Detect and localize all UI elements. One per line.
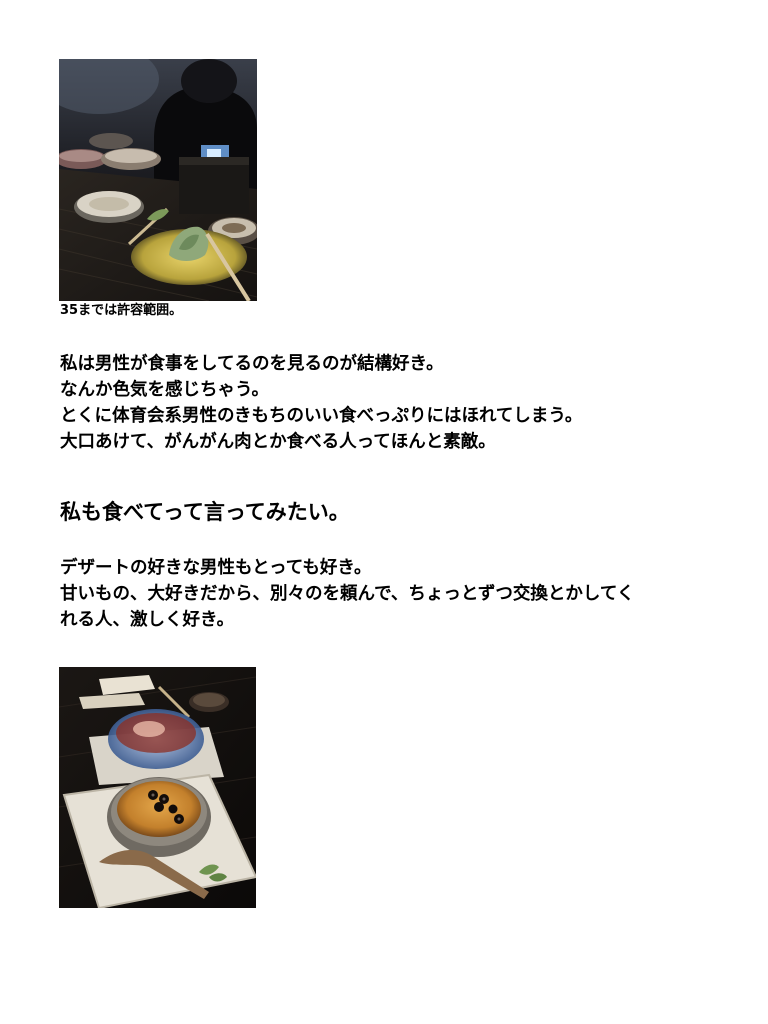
- food-photo-icon: [59, 59, 257, 301]
- body-paragraph-1: 私は男性が食事をしてるのを見るのが結構好き。 なんか色気を感じちゃう。 とくに体…: [60, 351, 582, 455]
- paragraph-line: 甘いもの、大好きだから、別々のを頼んで、ちょっとずつ交換とかしてく: [60, 584, 635, 604]
- paragraph-line: なんか色気を感じちゃう。: [60, 380, 269, 400]
- emphasis-headline: 私も食べてって言ってみたい。: [60, 500, 350, 524]
- dessert-photo-icon: [59, 667, 256, 908]
- body-paragraph-2: デザートの好きな男性もとっても好き。 甘いもの、大好きだから、別々のを頼んで、ち…: [60, 555, 634, 633]
- paragraph-line: れる人、激しく好き。: [60, 610, 235, 630]
- dessert-photo: [59, 667, 256, 908]
- photo-caption: 35までは許容範囲。: [60, 303, 183, 318]
- paragraph-line: デザートの好きな男性もとっても好き。: [60, 558, 372, 578]
- restaurant-table-photo: [59, 59, 257, 301]
- paragraph-line: 私は男性が食事をしてるのを見るのが結構好き。: [60, 354, 444, 374]
- paragraph-line: 大口あけて、がんがん肉とか食べる人ってほんと素敵。: [60, 432, 496, 452]
- paragraph-line: とくに体育会系男性のきもちのいい食べっぷりにはほれてしまう。: [60, 406, 583, 426]
